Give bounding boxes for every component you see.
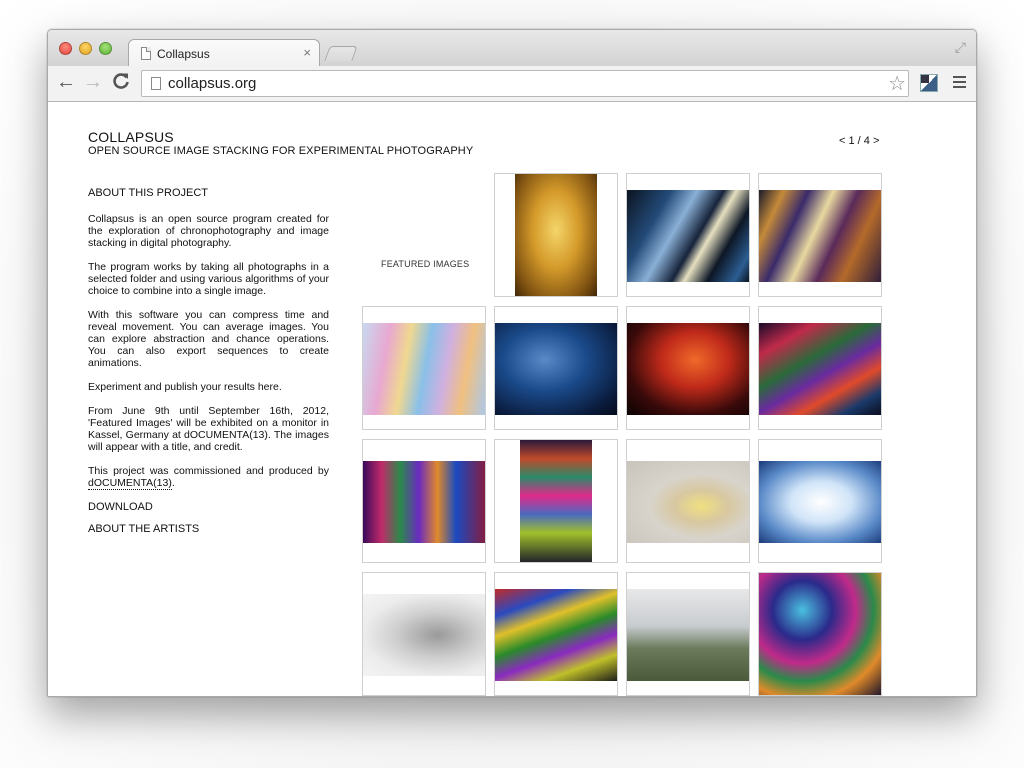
- back-button[interactable]: ←: [55, 71, 77, 93]
- thumbnail-image: [495, 323, 617, 415]
- about-column: ABOUT THIS PROJECT Collapsus is an open …: [88, 187, 329, 545]
- reload-button[interactable]: [110, 71, 132, 93]
- gallery-thumbnail[interactable]: [494, 439, 618, 563]
- gallery-thumbnail[interactable]: [494, 306, 618, 430]
- about-paragraph: The program works by taking all photogra…: [88, 261, 329, 297]
- commission-text: This project was commissioned and produc…: [88, 465, 329, 477]
- thumbnail-image: [627, 323, 749, 415]
- site-subtitle: OPEN SOURCE IMAGE STACKING FOR EXPERIMEN…: [88, 145, 474, 157]
- tab-close-icon[interactable]: ×: [303, 45, 311, 60]
- documenta-link[interactable]: dOCUMENTA(13): [88, 477, 172, 490]
- about-paragraph: Collapsus is an open source program crea…: [88, 213, 329, 249]
- menu-icon[interactable]: [953, 76, 966, 88]
- gallery-thumbnail[interactable]: [362, 572, 486, 696]
- about-heading: ABOUT THIS PROJECT: [88, 187, 209, 199]
- minimize-window-button[interactable]: [79, 42, 92, 55]
- gallery-thumbnail[interactable]: [626, 439, 750, 563]
- gallery-thumbnail[interactable]: [758, 306, 882, 430]
- browser-toolbar: ← → collapsus.org ☆: [48, 66, 976, 102]
- close-window-button[interactable]: [59, 42, 72, 55]
- page-icon: [141, 47, 151, 60]
- forward-button[interactable]: →: [82, 71, 104, 93]
- page-indicator: 1 / 4: [848, 135, 870, 147]
- thumbnail-image: [363, 461, 485, 543]
- thumbnail-image: [627, 589, 749, 681]
- pagination: < 1 / 4 >: [839, 135, 879, 147]
- page-icon: [151, 77, 161, 90]
- gallery-thumbnail[interactable]: [626, 572, 750, 696]
- thumbnail-image: [495, 589, 617, 681]
- browser-window: Collapsus × ⤢ ← → collapsus.org ☆ COLLAP…: [47, 29, 977, 697]
- gallery-thumbnail[interactable]: [626, 173, 750, 297]
- commission-suffix: .: [171, 477, 175, 489]
- gallery-thumbnail[interactable]: [758, 173, 882, 297]
- gallery-thumbnail[interactable]: [362, 439, 486, 563]
- thumbnail-image: [363, 323, 485, 415]
- thumbnail-image: [363, 594, 485, 676]
- fullscreen-icon[interactable]: ⤢: [955, 39, 966, 56]
- about-paragraph: This project was commissioned and produc…: [88, 465, 329, 490]
- thumbnail-image: [759, 573, 881, 695]
- thumbnail-image: [627, 190, 749, 282]
- browser-tab[interactable]: Collapsus ×: [128, 39, 320, 67]
- gallery-thumbnail[interactable]: [362, 306, 486, 430]
- about-paragraph: Experiment and publish your results here…: [88, 381, 282, 393]
- thumbnail-image: [515, 174, 597, 296]
- about-paragraph: With this software you can compress time…: [88, 309, 329, 369]
- site-title: COLLAPSUS: [88, 129, 174, 145]
- thumbnail-image: [627, 461, 749, 543]
- about-artists-link[interactable]: ABOUT THE ARTISTS: [88, 523, 329, 535]
- gallery-thumbnail[interactable]: [758, 572, 882, 696]
- thumbnail-image: [759, 323, 881, 415]
- reload-icon: [113, 73, 129, 89]
- zoom-window-button[interactable]: [99, 42, 112, 55]
- featured-images-label: FEATURED IMAGES: [381, 259, 470, 269]
- title-bar: Collapsus × ⤢: [48, 30, 976, 67]
- bookmark-star-icon[interactable]: ☆: [888, 71, 906, 96]
- next-page-link[interactable]: >: [873, 135, 879, 147]
- gallery-thumbnail[interactable]: [626, 306, 750, 430]
- thumbnail-image: [520, 440, 592, 562]
- gallery-thumbnail[interactable]: [494, 572, 618, 696]
- tab-title: Collapsus: [157, 47, 210, 61]
- gallery-thumbnail[interactable]: [494, 173, 618, 297]
- thumbnail-image: [759, 190, 881, 282]
- thumbnail-image: [759, 461, 881, 543]
- gallery-thumbnail[interactable]: [758, 439, 882, 563]
- download-link[interactable]: DOWNLOAD: [88, 501, 329, 513]
- about-paragraph: From June 9th until September 16th, 2012…: [88, 405, 329, 453]
- prev-page-link[interactable]: <: [839, 135, 845, 147]
- page-content: COLLAPSUS OPEN SOURCE IMAGE STACKING FOR…: [48, 102, 976, 696]
- address-bar-url[interactable]: collapsus.org: [168, 75, 256, 92]
- new-tab-button[interactable]: [324, 46, 358, 61]
- extension-icon[interactable]: [920, 74, 938, 92]
- address-bar[interactable]: collapsus.org ☆: [141, 70, 909, 97]
